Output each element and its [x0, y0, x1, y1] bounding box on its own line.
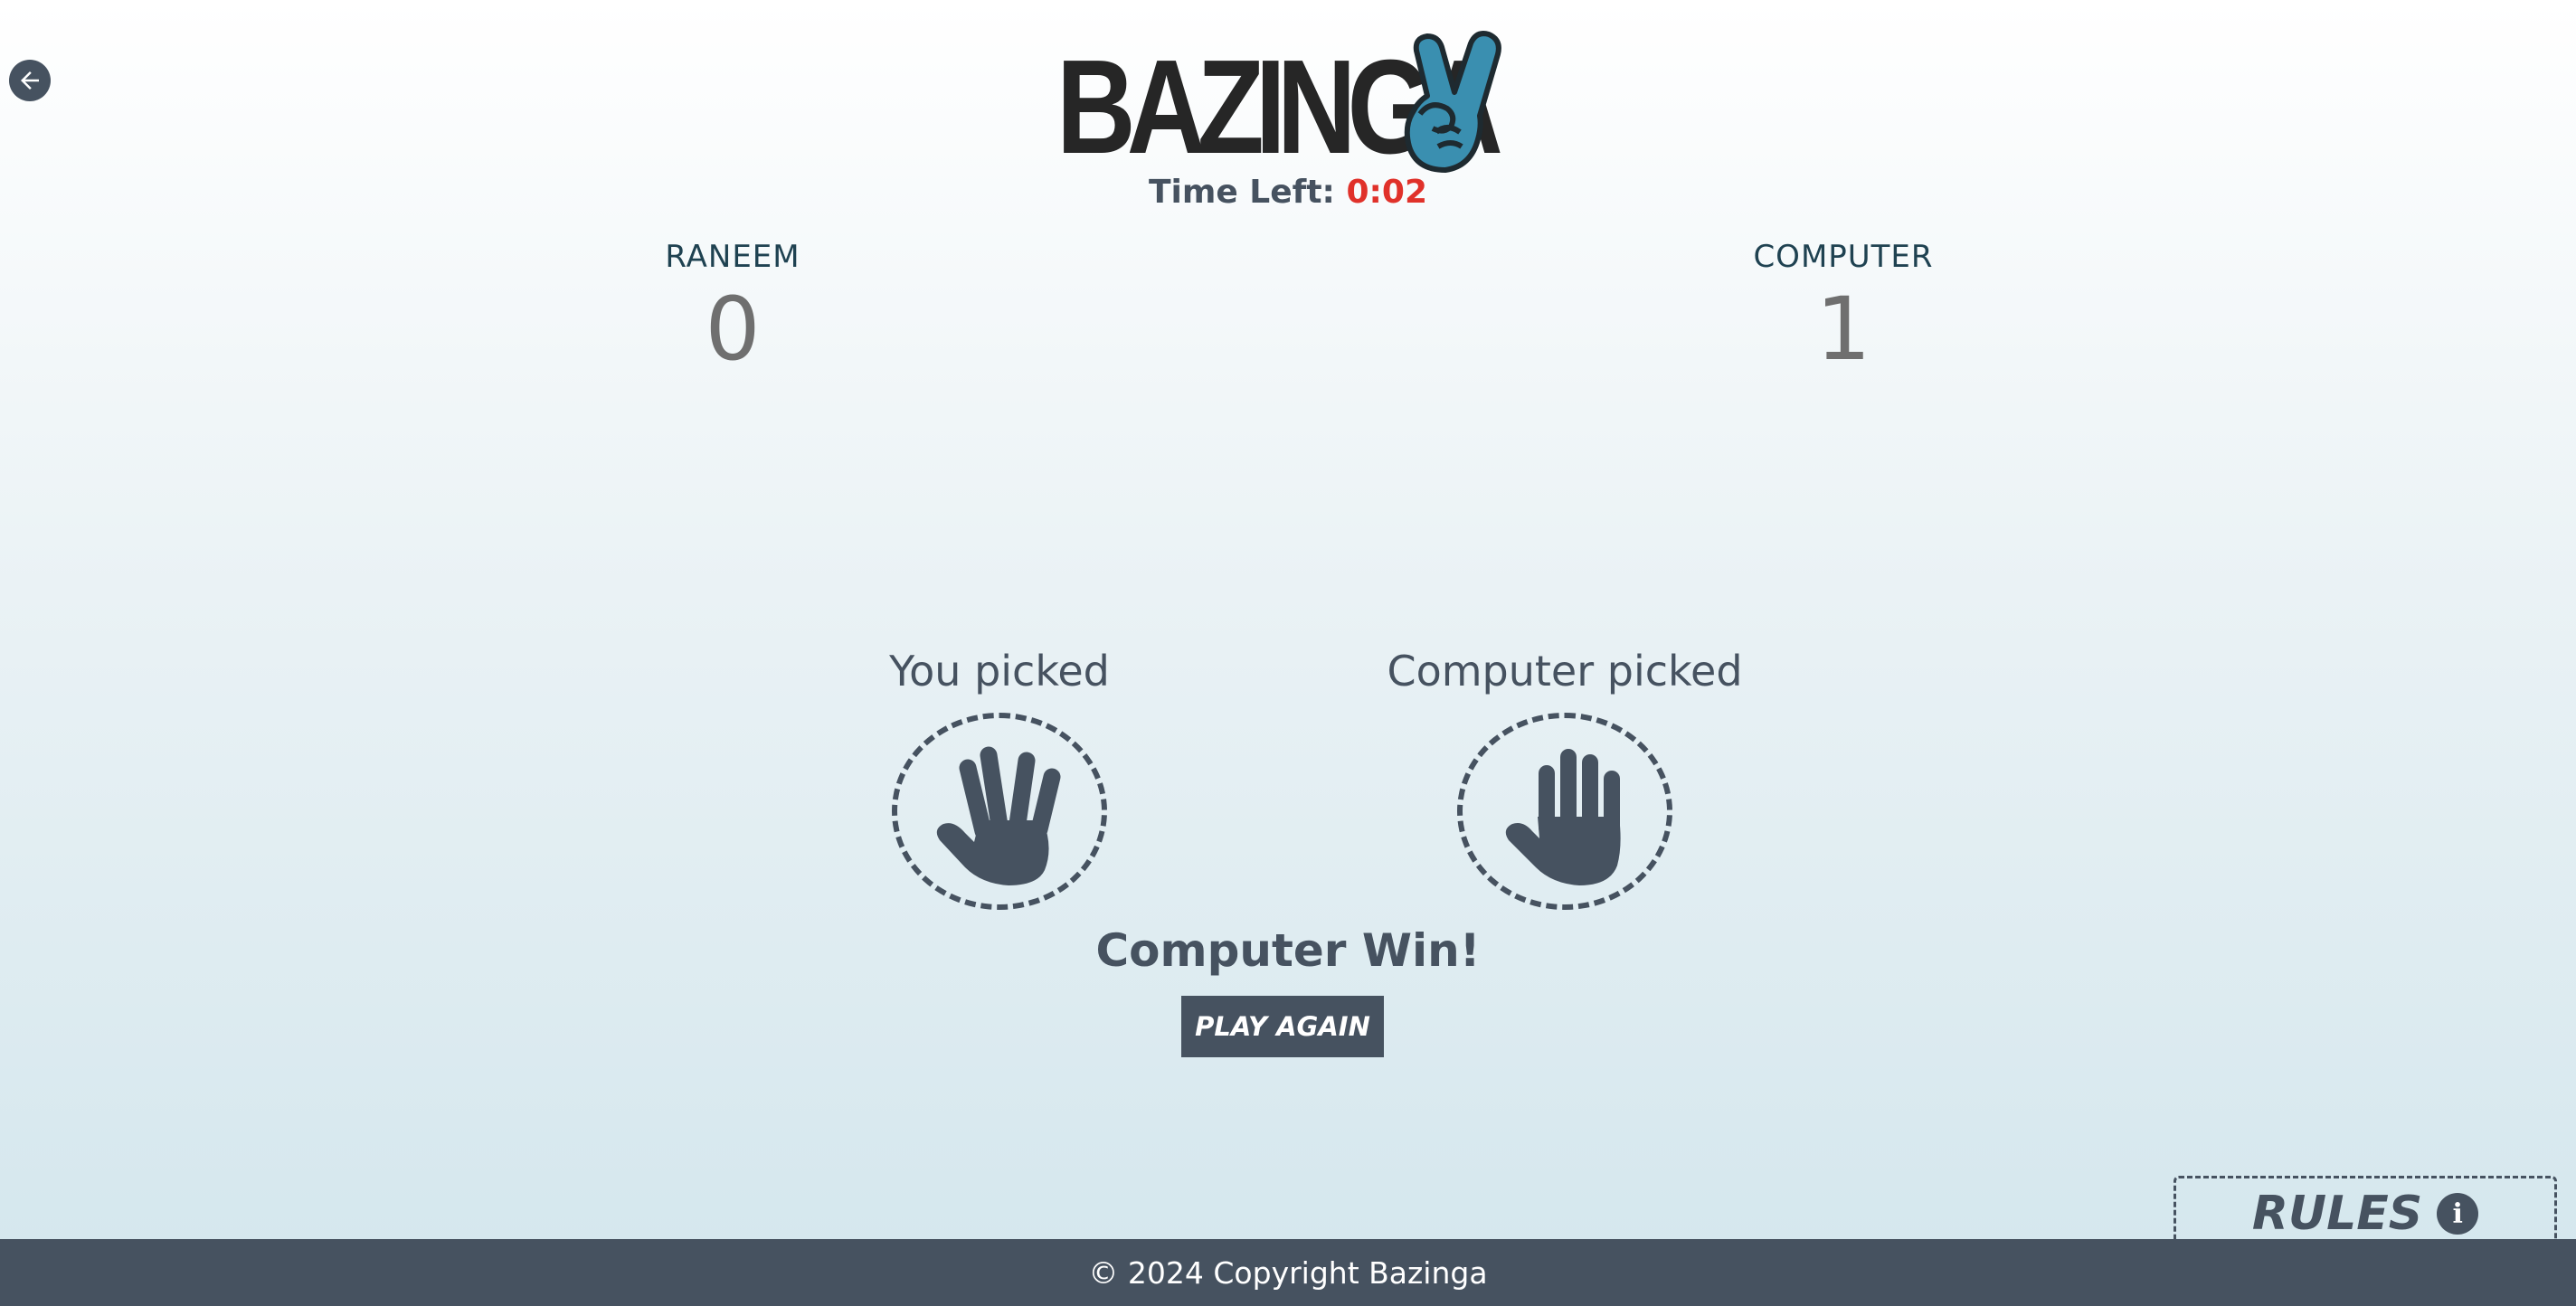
paper-hand-icon: [1505, 749, 1621, 885]
rules-label: RULES: [2251, 1187, 2423, 1241]
spock-hand-icon: [936, 746, 1061, 885]
player-score: RANEEM 0: [642, 239, 823, 382]
player-pick: You picked: [819, 646, 1180, 910]
player-score-value: 0: [705, 279, 761, 380]
result-text: Computer Win!: [1095, 924, 1481, 977]
peace-hand-icon: [1404, 31, 1501, 173]
copyright-text: © 2024 Copyright Bazinga: [1088, 1254, 1488, 1291]
computer-pick-circle: [1457, 713, 1672, 910]
back-button[interactable]: [9, 60, 51, 101]
player-pick-label: You picked: [889, 647, 1110, 696]
computer-pick: Computer picked: [1384, 646, 1746, 910]
computer-name: COMPUTER: [1753, 239, 1934, 275]
player-pick-circle: [892, 713, 1107, 910]
player-name: RANEEM: [665, 239, 800, 275]
arrow-left-icon: [21, 71, 39, 90]
computer-pick-label: Computer picked: [1387, 647, 1743, 696]
timer-value: 0:02: [1346, 174, 1428, 211]
timer-label: Time Left:: [1148, 174, 1335, 211]
footer: © 2024 Copyright Bazinga: [0, 1239, 2576, 1306]
timer: Time Left: 0:02: [0, 174, 2576, 211]
computer-score-value: 1: [1815, 279, 1871, 380]
info-icon: i: [2437, 1193, 2479, 1235]
bazinga-logo: BAZINGA: [1056, 25, 1518, 182]
play-again-button[interactable]: PLAY AGAIN: [1181, 996, 1384, 1057]
computer-score: COMPUTER 1: [1735, 239, 1952, 382]
rules-button[interactable]: RULES i: [2174, 1176, 2557, 1249]
